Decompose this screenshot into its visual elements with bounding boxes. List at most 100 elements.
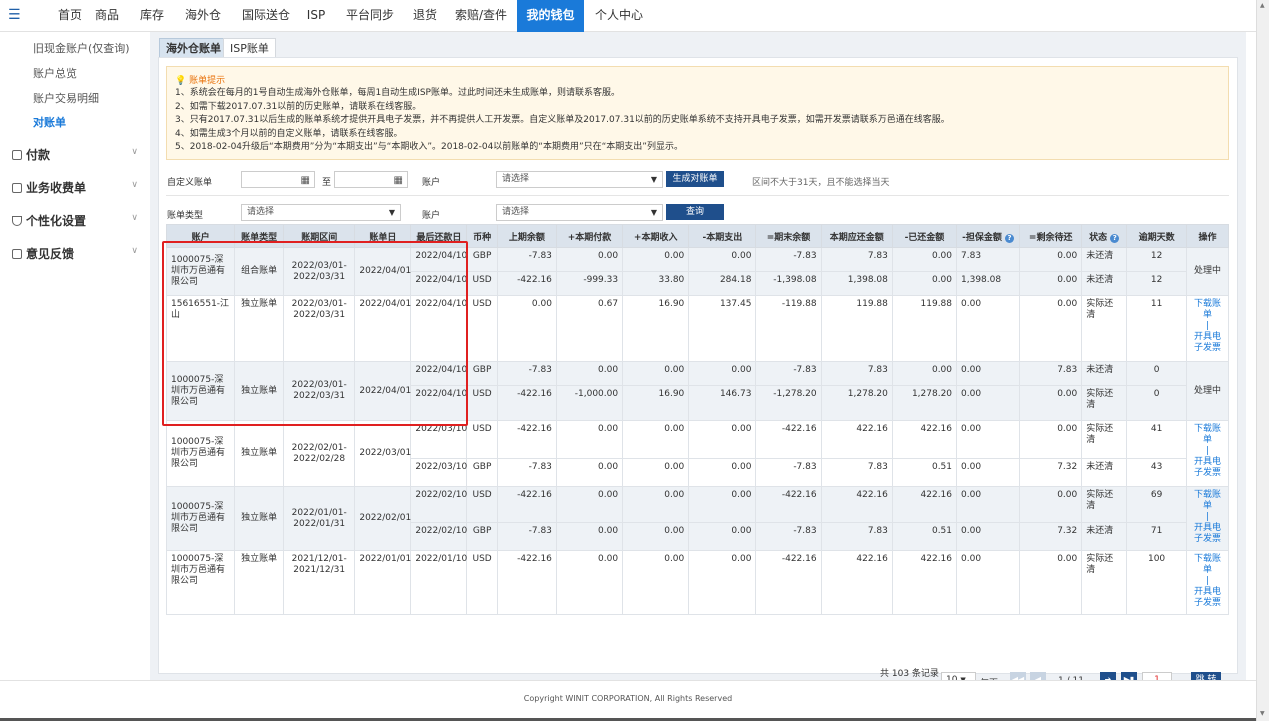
nav-item-platform-sync[interactable]: 平台同步 <box>344 0 396 32</box>
prev-balance-cell: -7.83 <box>496 247 557 272</box>
bill-type-cell: 组合账单 <box>234 247 285 296</box>
fee-bill-icon <box>12 183 22 193</box>
repaid-cell: 422.16 <box>891 420 958 459</box>
calendar-icon[interactable]: ▦ <box>394 173 403 188</box>
expense-cell: 0.00 <box>688 458 757 487</box>
prev-balance-cell: 0.00 <box>496 295 557 362</box>
action-cell: 下载账单 | 开具电子发票 <box>1186 486 1229 551</box>
amount-due-cell: 7.83 <box>820 247 893 272</box>
expense-cell: 0.00 <box>688 247 757 272</box>
payment-cell: 0.00 <box>555 458 624 487</box>
status-header-label: 状态 <box>1089 232 1108 243</box>
sidebar-item-account-transactions[interactable]: 账户交易明细 <box>33 90 99 106</box>
scroll-down-icon[interactable]: ▼ <box>1260 710 1265 717</box>
issue-invoice-link[interactable]: 开具电子发票 <box>1191 457 1224 479</box>
sidebar-item-account-overview[interactable]: 账户总览 <box>33 65 77 81</box>
account-cell: 1000075-深圳市万邑通有限公司 <box>165 361 236 421</box>
vertical-scrollbar[interactable]: ▲ ▼ <box>1256 0 1269 721</box>
guarantee-cell: 0.00 <box>956 522 1021 551</box>
nav-item-intl-delivery[interactable]: 国际送仓 <box>240 0 292 32</box>
nav-item-products[interactable]: 商品 <box>92 0 122 32</box>
sidebar-group-payment[interactable]: 付款 ∨ <box>12 146 140 163</box>
sidebar-group-label: 意见反馈 <box>26 247 75 261</box>
table-header: 本期应还金额 <box>820 224 893 248</box>
sidebar-item-legacy-cash-account[interactable]: 旧现金账户(仅查询) <box>33 40 130 56</box>
table-header: 账单日 <box>354 224 412 248</box>
sidebar-group-feedback[interactable]: 意见反馈 ∨ <box>12 245 140 262</box>
account-cell: 1000075-深圳市万邑通有限公司 <box>165 486 236 551</box>
home-icon <box>12 216 22 226</box>
notice-line: 4、如需生成3个月以前的自定义账单，请联系在线客服。 <box>175 128 403 139</box>
payment-cell: 0.00 <box>555 486 624 523</box>
issue-invoice-link[interactable]: 开具电子发票 <box>1191 332 1224 354</box>
download-bill-link[interactable]: 下载账单 <box>1191 490 1224 512</box>
action-cell: 下载账单 | 开具电子发票 <box>1186 550 1229 615</box>
overdue-days-cell: 0 <box>1126 385 1188 421</box>
amount-due-cell: 422.16 <box>820 420 893 459</box>
account2-select[interactable]: 请选择 ▼ <box>496 204 663 221</box>
scroll-up-icon[interactable]: ▲ <box>1260 2 1265 9</box>
income-cell: 0.00 <box>622 486 690 523</box>
chevron-down-icon: ▼ <box>650 208 657 217</box>
income-cell: 0.00 <box>622 550 690 615</box>
nav-item-home[interactable]: 首页 <box>52 0 88 32</box>
prev-balance-cell: -422.16 <box>496 486 557 523</box>
bill-type-select[interactable]: 请选择 ▼ <box>241 204 401 221</box>
account-cell: 15616551-江山 <box>165 295 236 362</box>
account2-label: 账户 <box>422 211 441 221</box>
status-cell: 实际还清 <box>1081 486 1128 523</box>
help-icon[interactable]: ? <box>1005 233 1015 243</box>
calendar-icon[interactable]: ▦ <box>301 173 310 188</box>
expense-cell: 137.45 <box>688 295 757 362</box>
closing-balance-cell: -422.16 <box>755 420 822 459</box>
sidebar-group-service-fees[interactable]: 业务收费单 ∨ <box>12 179 140 196</box>
total-records: 共 103 条记录 <box>880 669 939 679</box>
help-icon[interactable]: ? <box>1110 233 1120 243</box>
start-date-input[interactable]: ▦ <box>241 171 315 188</box>
download-bill-link[interactable]: 下载账单 <box>1191 299 1224 321</box>
menu-icon[interactable]: ☰ <box>8 8 22 22</box>
expense-cell: 0.00 <box>688 522 757 551</box>
income-cell: 33.80 <box>622 271 690 296</box>
nav-item-personal-center[interactable]: 个人中心 <box>592 0 646 32</box>
action-cell: 处理中 <box>1186 247 1229 296</box>
nav-item-my-wallet[interactable]: 我的钱包 <box>517 0 584 32</box>
chevron-down-icon: ∨ <box>131 180 138 190</box>
amount-due-cell: 7.83 <box>820 458 893 487</box>
bill-date-cell: 2022/04/01 <box>354 295 412 362</box>
overdue-days-cell: 100 <box>1126 550 1188 615</box>
guarantee-cell: 0.00 <box>956 385 1021 421</box>
nav-item-overseas-warehouse[interactable]: 海外仓 <box>183 0 223 32</box>
end-date-input[interactable]: ▦ <box>334 171 408 188</box>
generate-statement-button[interactable]: 生成对账单 <box>666 171 724 187</box>
table-header-row: 账户 账单类型 账期区间 账单日 最后还款日 币种 上期余额 +本期付款 +本期… <box>165 224 1229 248</box>
nav-item-claims[interactable]: 索赔/查件 <box>454 0 508 32</box>
income-cell: 0.00 <box>622 361 690 386</box>
tab-overseas-warehouse-bill[interactable]: 海外仓账单 <box>159 38 228 58</box>
nav-item-isp[interactable]: ISP <box>304 0 328 32</box>
bill-date-cell: 2022/04/01 <box>354 361 412 421</box>
issue-invoice-link[interactable]: 开具电子发票 <box>1191 587 1224 609</box>
period-cell: 2021/12/01- 2021/12/31 <box>283 550 356 615</box>
nav-item-returns[interactable]: 退货 <box>410 0 440 32</box>
table-header: -本期支出 <box>688 224 757 248</box>
tab-isp-bill[interactable]: ISP账单 <box>223 38 276 58</box>
income-cell: 0.00 <box>622 247 690 272</box>
account-select[interactable]: 请选择 ▼ <box>496 171 663 188</box>
issue-invoice-link[interactable]: 开具电子发票 <box>1191 523 1224 545</box>
chevron-down-icon: ▼ <box>650 175 657 184</box>
download-bill-link[interactable]: 下载账单 <box>1191 424 1224 446</box>
table-header: 状态 ? <box>1081 224 1128 248</box>
overdue-days-cell: 12 <box>1126 271 1188 296</box>
sidebar-group-personalization[interactable]: 个性化设置 ∨ <box>12 212 140 229</box>
sidebar-item-statements[interactable]: 对账单 <box>33 114 66 130</box>
nav-item-inventory[interactable]: 库存 <box>137 0 167 32</box>
prev-balance-cell: -422.16 <box>496 420 557 459</box>
date-range-hint: 区间不大于31天，且不能选择当天 <box>752 178 890 188</box>
remaining-cell: 7.83 <box>1019 361 1083 386</box>
expense-cell: 0.00 <box>688 361 757 386</box>
download-bill-link[interactable]: 下载账单 <box>1191 554 1224 576</box>
repaid-cell: 0.51 <box>891 522 958 551</box>
query-button[interactable]: 查询 <box>666 204 724 220</box>
period-cell: 2022/02/01- 2022/02/28 <box>283 420 356 487</box>
